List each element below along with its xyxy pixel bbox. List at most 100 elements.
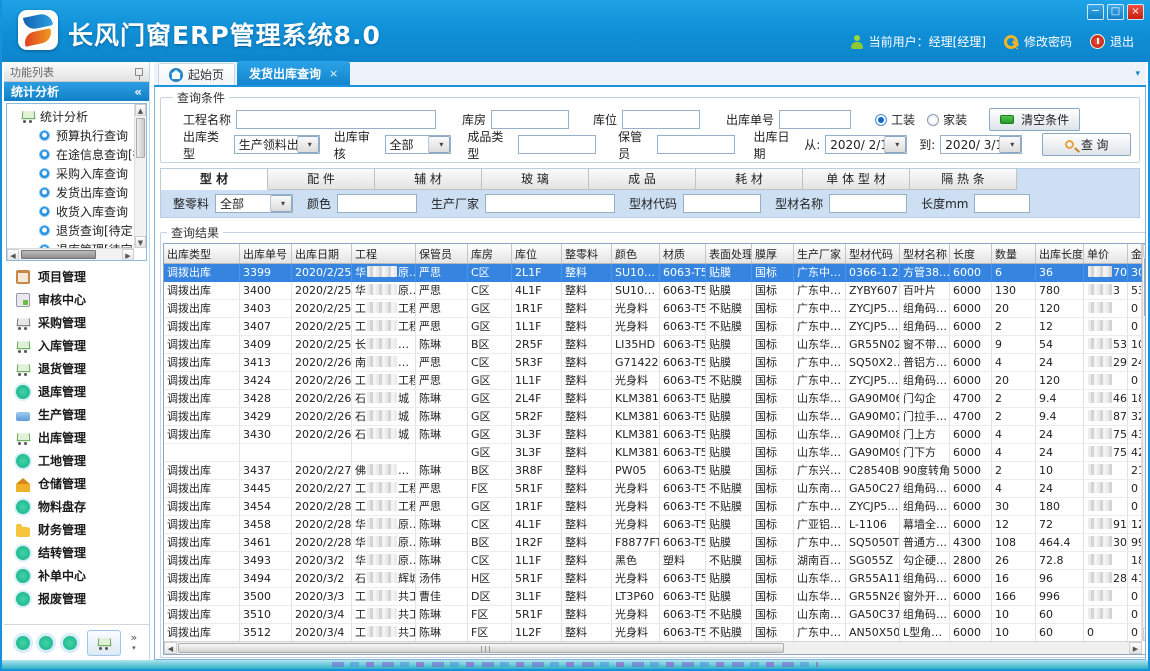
column-header-出库单号[interactable]: 出库单号 — [240, 244, 292, 263]
scroll-up-icon[interactable]: ▲ — [1143, 244, 1146, 257]
table-row[interactable]: 调拨出库34452020/2/27工工程严思F区5R1F整料光身料6063-T5… — [164, 480, 1142, 498]
date-to-select[interactable]: 2020/ 3/16▾ — [940, 135, 1022, 154]
maximize-button[interactable]: □ — [1107, 4, 1124, 20]
table-row[interactable]: 调拨出库34542020/2/28工工程严思G区1R1F整料光身料6063-T5… — [164, 498, 1142, 516]
column-header-出库类型[interactable]: 出库类型 — [164, 244, 240, 263]
scroll-left-icon[interactable]: ◀ — [164, 642, 177, 654]
table-row[interactable]: 调拨出库34302020/2/26石城陈琳G区3L3F整料KLM38176063… — [164, 426, 1142, 444]
material-tab-1[interactable]: 型 材 — [161, 169, 268, 190]
tree-item-1[interactable]: 预算执行查询 — [11, 126, 134, 145]
column-header-金[interactable]: 金 — [1128, 244, 1142, 263]
tree-root[interactable]: 统计分析 — [11, 106, 134, 126]
toolbar-dot-icon[interactable] — [16, 636, 30, 650]
table-row[interactable]: 调拨出库34282020/2/26石城陈琳G区2L4F整料KLM38176063… — [164, 390, 1142, 408]
close-button[interactable]: × — [1127, 4, 1144, 20]
tree-horizontal-scrollbar[interactable]: ◀ ▶ — [7, 248, 134, 260]
material-tab-5[interactable]: 成 品 — [589, 169, 696, 190]
tree-item-7[interactable]: 退库管理[待定] — [11, 240, 134, 248]
grid-vertical-scrollbar[interactable]: ▲ ▼ — [1142, 244, 1146, 641]
dropdown-arrow-icon[interactable]: ▾ — [999, 136, 1021, 153]
radio-gongzhuang[interactable]: 工装 — [875, 111, 915, 128]
table-row[interactable]: 调拨出库34132020/2/26南…严思C区5R3F整料G714226063-… — [164, 354, 1142, 372]
dropdown-arrow-icon[interactable]: ▾ — [428, 136, 450, 153]
pin-icon[interactable] — [135, 68, 143, 76]
sidebar-item-补单中心[interactable]: 补单中心 — [4, 564, 149, 587]
table-row[interactable]: 调拨出库34582020/2/28华原…陈琳C区4L1F整料光身料6063-T5… — [164, 516, 1142, 534]
column-header-生产厂家[interactable]: 生产厂家 — [794, 244, 846, 263]
material-tab-2[interactable]: 配 件 — [268, 169, 375, 190]
sidebar-item-工地管理[interactable]: 工地管理 — [4, 449, 149, 472]
table-row[interactable]: 调拨出库35002020/3/3工共工程曹佳D区3L1F整料LT3P606063… — [164, 588, 1142, 606]
length-input[interactable] — [974, 194, 1030, 213]
table-row[interactable]: 调拨出库34612020/2/28华原…陈琳B区1R2F整料F8877FT606… — [164, 534, 1142, 552]
scroll-up-icon[interactable]: ▲ — [135, 104, 146, 116]
column-header-长度[interactable]: 长度 — [950, 244, 992, 263]
profile-name-input[interactable] — [829, 194, 907, 213]
table-row[interactable]: 调拨出库34292020/2/26石城陈琳G区5R2F整料KLM38176063… — [164, 408, 1142, 426]
date-from-select[interactable]: 2020/ 2/16▾ — [825, 135, 907, 154]
tab-home[interactable]: 起始页 — [158, 63, 235, 85]
outbound-type-select[interactable]: 生产领料出库▾ — [234, 135, 320, 154]
table-row[interactable]: 调拨出库34932020/3/2华原…陈琳C区1L1F整料黑色塑料不贴膜国标湖南… — [164, 552, 1142, 570]
material-tab-7[interactable]: 单 体 型 材 — [803, 169, 910, 190]
column-header-材质[interactable]: 材质 — [660, 244, 706, 263]
sidebar-item-财务管理[interactable]: 财务管理 — [4, 518, 149, 541]
sidebar-item-采购管理[interactable]: 采购管理 — [4, 311, 149, 334]
column-header-表面处理[interactable]: 表面处理 — [706, 244, 752, 263]
tree-vscroll-thumb[interactable] — [136, 118, 145, 158]
tree-item-5[interactable]: 收货入库查询 — [11, 202, 134, 221]
warehouse-input[interactable] — [491, 110, 569, 129]
table-row[interactable]: G区3L3F整料KLM38176063-T5贴膜国标山东华…GA90M09…门下… — [164, 444, 1142, 462]
grid-horizontal-scrollbar[interactable]: ◀ ▶ — [164, 641, 1142, 654]
table-row[interactable]: 调拨出库34942020/3/2石辉城汤伟H区5R1F整料光身料6063-T5贴… — [164, 570, 1142, 588]
sidebar-item-报废管理[interactable]: 报废管理 — [4, 587, 149, 610]
sidebar-item-物料盘存[interactable]: 物料盘存 — [4, 495, 149, 518]
column-header-工程[interactable]: 工程 — [352, 244, 416, 263]
material-tab-6[interactable]: 耗 材 — [696, 169, 803, 190]
keeper-input[interactable] — [657, 135, 735, 154]
sidebar-section-header[interactable]: 统计分析 « — [4, 82, 149, 101]
tree-vertical-scrollbar[interactable]: ▲ ▼ — [134, 104, 146, 248]
column-header-库房[interactable]: 库房 — [468, 244, 512, 263]
sidebar-item-生产管理[interactable]: 生产管理 — [4, 403, 149, 426]
scroll-down-icon[interactable]: ▼ — [135, 236, 146, 248]
toolbar-cart-button[interactable] — [87, 630, 121, 656]
tab-close-icon[interactable]: × — [329, 67, 338, 80]
profile-code-input[interactable] — [683, 194, 761, 213]
tree-item-4[interactable]: 发货出库查询 — [11, 183, 134, 202]
sidebar-item-仓储管理[interactable]: 仓储管理 — [4, 472, 149, 495]
scroll-down-icon[interactable]: ▼ — [1143, 628, 1146, 641]
tree-item-2[interactable]: 在途信息查询[待 — [11, 145, 134, 164]
location-input[interactable] — [622, 110, 700, 129]
sidebar-item-退库管理[interactable]: 退库管理 — [4, 380, 149, 403]
change-password-button[interactable]: 修改密码 — [1004, 33, 1072, 50]
table-row[interactable]: 调拨出库34092020/2/25长…陈琳B区2R5F整料LI35HD6063-… — [164, 336, 1142, 354]
sidebar-item-审核中心[interactable]: 审核中心 — [4, 288, 149, 311]
tree-item-6[interactable]: 退货查询[待定] — [11, 221, 134, 240]
column-header-库位[interactable]: 库位 — [512, 244, 562, 263]
collapse-icon[interactable]: « — [134, 85, 142, 99]
table-row[interactable]: 调拨出库34372020/2/27佛…陈琳B区3R8F整料PW056063-T5… — [164, 462, 1142, 480]
grid-vscroll-thumb[interactable] — [1144, 258, 1146, 316]
tab-shipping-outbound-query[interactable]: 发货出库查询 × — [237, 61, 350, 85]
column-header-颜色[interactable]: 颜色 — [612, 244, 660, 263]
column-header-膜厚[interactable]: 膜厚 — [752, 244, 794, 263]
toolbar-dot-icon[interactable] — [63, 636, 77, 650]
project-name-input[interactable] — [236, 110, 436, 129]
logout-button[interactable]: 退出 — [1090, 33, 1134, 50]
toolbar-more-button[interactable]: »▾ — [131, 633, 138, 653]
sidebar-item-项目管理[interactable]: 项目管理 — [4, 265, 149, 288]
table-row[interactable]: 调拨出库35102020/3/4工共工程陈琳F区5R1F整料光身料6063-T5… — [164, 606, 1142, 624]
radio-jiazhuang[interactable]: 家装 — [927, 111, 967, 128]
search-button[interactable]: 查 询 — [1042, 133, 1131, 156]
table-row[interactable]: 调拨出库35122020/3/4工共工程陈琳F区1L2F整料光身料6063-T5… — [164, 624, 1142, 641]
material-tab-4[interactable]: 玻 璃 — [482, 169, 589, 190]
column-header-整零料[interactable]: 整零料 — [562, 244, 612, 263]
column-header-型材代码[interactable]: 型材代码 — [846, 244, 900, 263]
dropdown-arrow-icon[interactable]: ▾ — [270, 195, 292, 212]
column-header-型材名称[interactable]: 型材名称 — [900, 244, 950, 263]
sidebar-item-结转管理[interactable]: 结转管理 — [4, 541, 149, 564]
column-header-出库日期[interactable]: 出库日期 — [292, 244, 352, 263]
grid-hscroll-thumb[interactable] — [178, 643, 784, 653]
table-row[interactable]: 调拨出库34032020/2/25工工程严思G区1R1F整料光身料6063-T5… — [164, 300, 1142, 318]
